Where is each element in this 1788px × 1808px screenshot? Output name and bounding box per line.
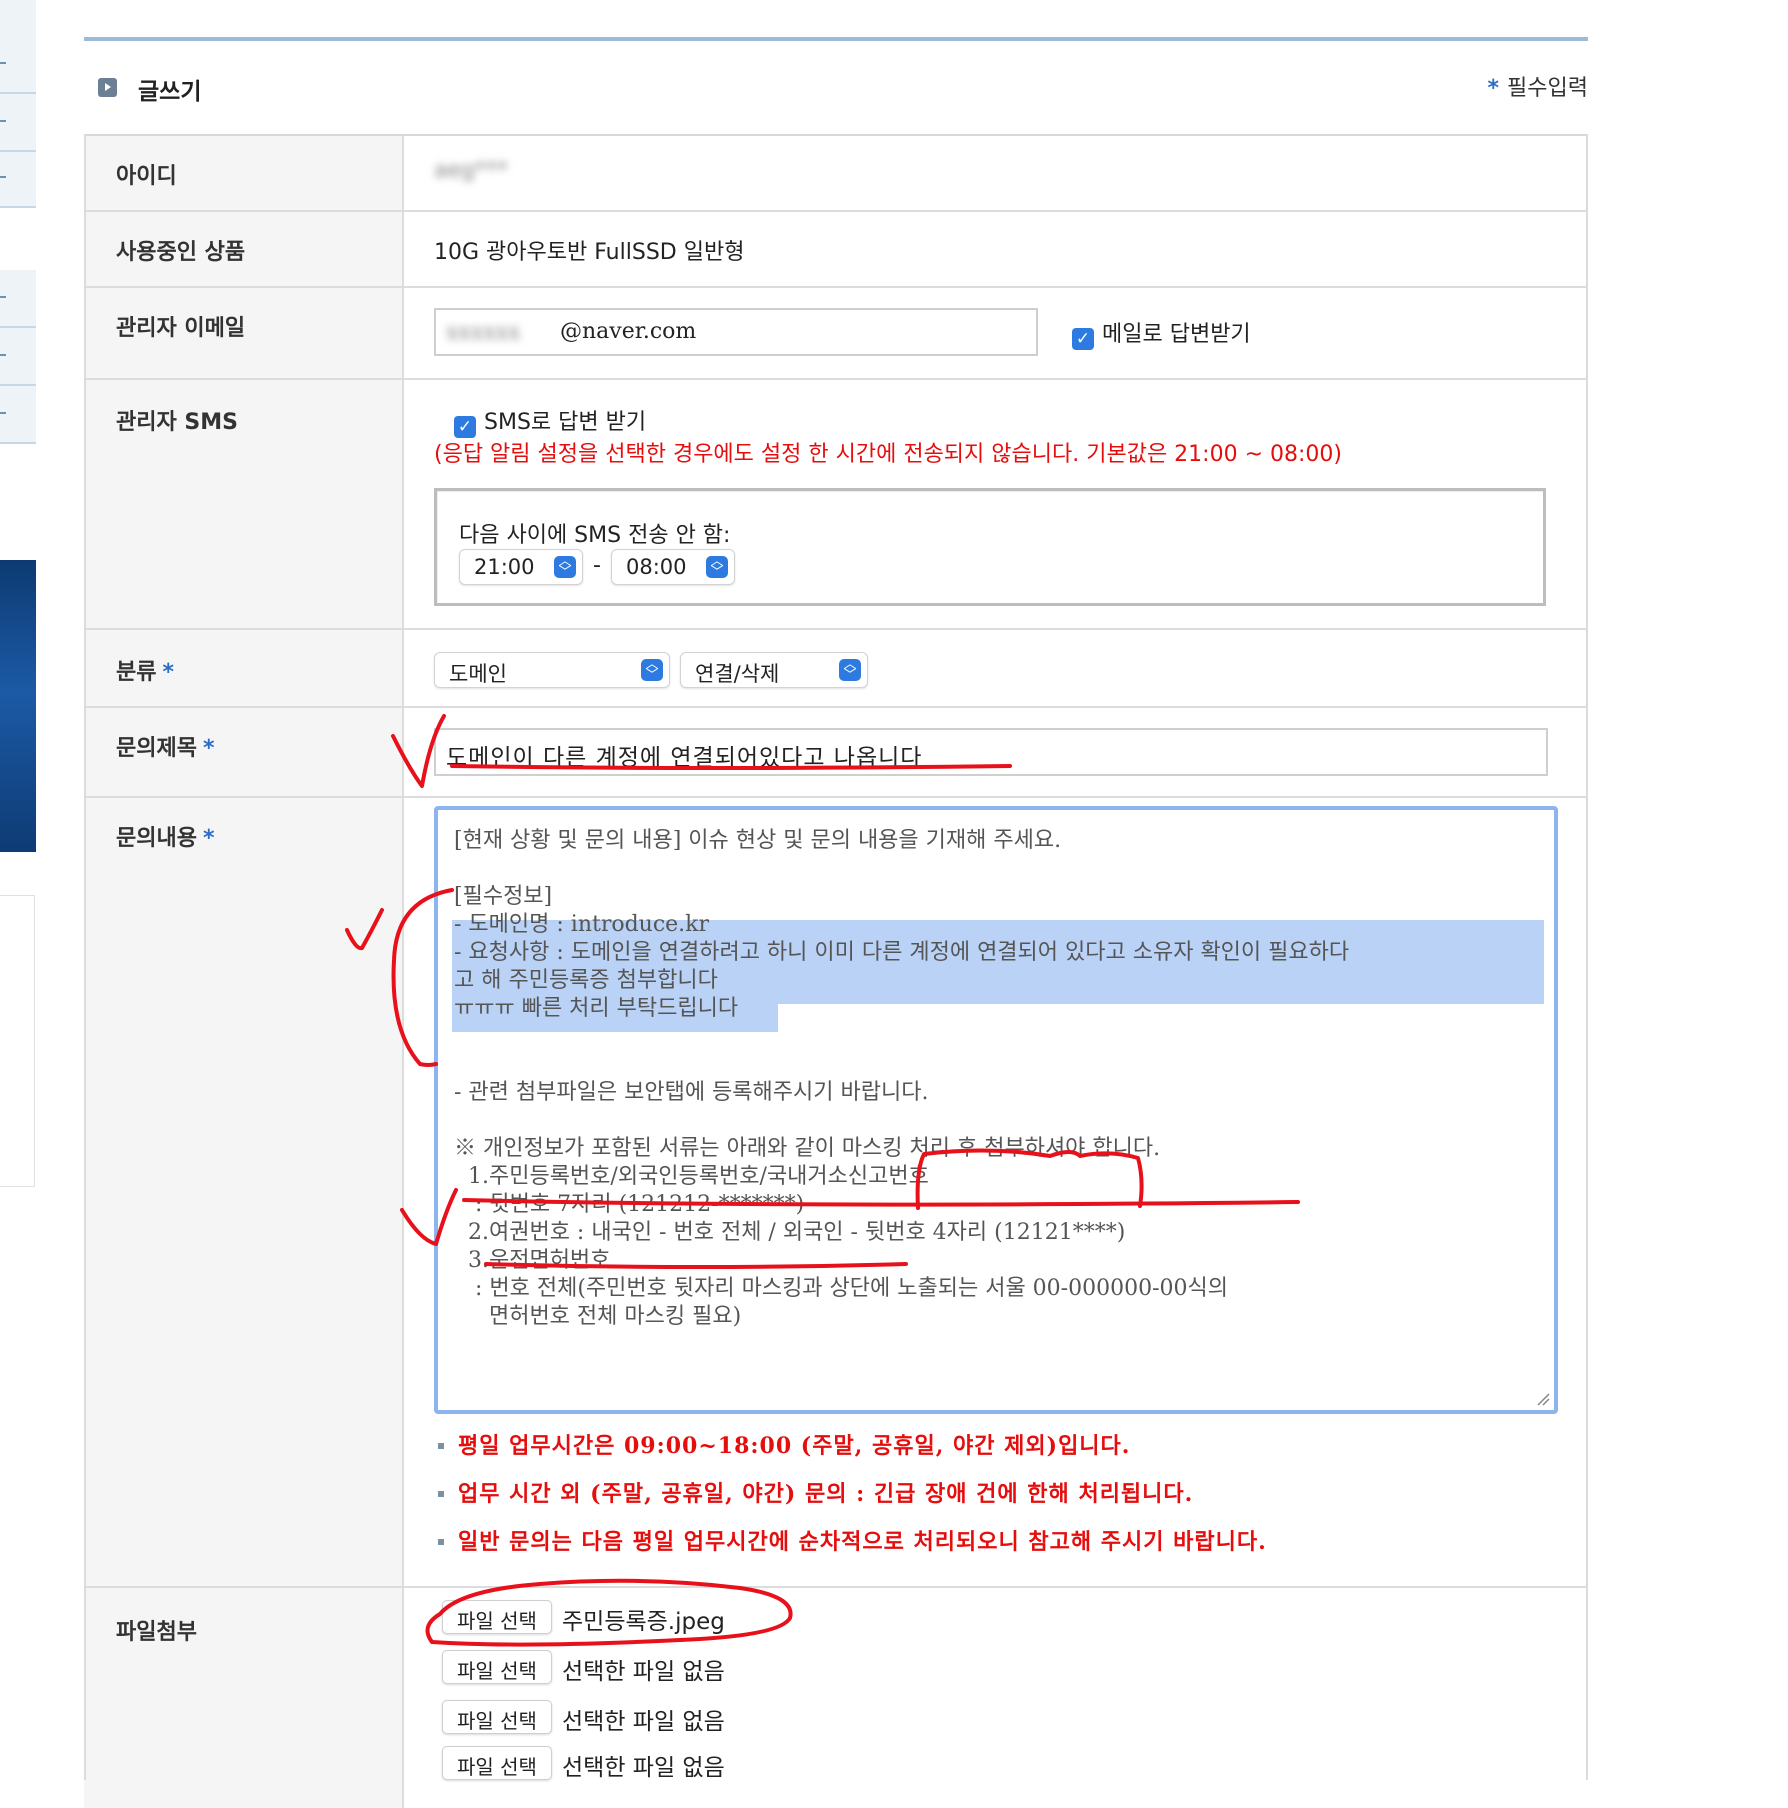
resize-grip-icon[interactable]: [1536, 1392, 1550, 1406]
sms-from-value: 21:00: [474, 555, 535, 579]
file-select-button[interactable]: 파일 선택: [442, 1650, 552, 1684]
content-line: [현재 상황 및 문의 내용] 이슈 현상 및 문의 내용을 기재해 주세요.: [454, 828, 1062, 853]
email-local-part: xxxxxx: [446, 320, 521, 345]
content-label: 문의내용 *: [84, 798, 404, 1586]
subject-label-text: 문의제목: [116, 736, 197, 761]
sidebar-menu-item[interactable]: [0, 328, 36, 386]
sidebar-box: [0, 895, 35, 1187]
subject-value-cell: 도메인이 다른 계정에 연결되어있다고 나옵니다: [404, 708, 1588, 796]
row-product: 사용중인 상품 10G 광아우토반 FullSSD 일반형: [84, 212, 1588, 288]
row-subject: 문의제목 * 도메인이 다른 계정에 연결되어있다고 나옵니다: [84, 708, 1588, 798]
file-select-button[interactable]: 파일 선택: [442, 1746, 552, 1780]
email-label: 관리자 이메일: [84, 288, 404, 378]
sms-reply-label: SMS로 답변 받기: [484, 410, 647, 435]
notice-line: 업무 시간 외 (주말, 공휴일, 야간) 문의 : 긴급 장애 건에 한해 처…: [438, 1476, 1193, 1508]
row-files: 파일첨부: [84, 1588, 1588, 1808]
content-line: 면허번호 전체 마스킹 필요): [454, 1304, 742, 1329]
sms-label: 관리자 SMS: [84, 380, 404, 628]
row-id: 아이디 aeg***: [84, 136, 1588, 212]
notice-bullet-icon: [438, 1443, 444, 1449]
category-primary-value: 도메인: [449, 662, 507, 686]
notice-line: 평일 업무시간은 09:00~18:00 (주말, 공휴일, 야간 제외)입니다…: [438, 1428, 1130, 1460]
id-value: aeg***: [434, 158, 508, 183]
file-select-button[interactable]: 파일 선택: [442, 1600, 552, 1634]
sms-quiet-label: 다음 사이에 SMS 전송 안 함:: [459, 523, 731, 548]
sidebar-menu-item[interactable]: [0, 386, 36, 444]
product-value-cell: 10G 광아우토반 FullSSD 일반형: [404, 212, 1588, 286]
section-title: 글쓰기: [138, 79, 202, 105]
required-star: *: [202, 736, 215, 761]
required-star: *: [202, 826, 215, 851]
category-secondary-value: 연결/삭제: [695, 662, 780, 686]
files-label: 파일첨부: [84, 1588, 404, 1808]
select-arrows-icon: ︿ ﹀: [641, 658, 663, 682]
sms-from-select[interactable]: 21:00 ︿ ﹀: [459, 549, 583, 585]
sidebar-menu-item[interactable]: [0, 270, 36, 328]
file-select-button[interactable]: 파일 선택: [442, 1700, 552, 1734]
sms-warning: (응답 알림 설정을 선택한 경우에도 설정 한 시간에 전송되지 않습니다. …: [434, 442, 1342, 467]
file-name: 선택한 파일 없음: [562, 1659, 725, 1685]
required-legend: * 필수입력: [1488, 70, 1588, 102]
notice-text: 일반 문의는 다음 평일 업무시간에 순차적으로 처리되오니 참고해 주시기 바…: [458, 1529, 1267, 1555]
content-textarea[interactable]: [현재 상황 및 문의 내용] 이슈 현상 및 문의 내용을 기재해 주세요. …: [434, 806, 1558, 1414]
sidebar-menu-item[interactable]: [0, 94, 36, 152]
category-value-cell: 도메인 ︿ ﹀ 연결/삭제 ︿ ﹀: [404, 630, 1588, 706]
required-star: *: [162, 660, 174, 685]
file-name: 주민등록증.jpeg: [562, 1609, 725, 1635]
row-category: 분류 * 도메인 ︿ ﹀ 연결/삭제 ︿ ﹀: [84, 630, 1588, 708]
subject-label: 문의제목 *: [84, 708, 404, 796]
subject-input[interactable]: 도메인이 다른 계정에 연결되어있다고 나옵니다: [434, 728, 1548, 776]
category-label: 분류 *: [84, 630, 404, 706]
row-sms: 관리자 SMS ✓ SMS로 답변 받기 (응답 알림 설정을 선택한 경우에도 …: [84, 380, 1588, 630]
id-value-cell: aeg***: [404, 136, 1588, 210]
notice-line: 일반 문의는 다음 평일 업무시간에 순차적으로 처리되오니 참고해 주시기 바…: [438, 1524, 1267, 1556]
content-line: ㅠㅠㅠ 빠른 처리 부탁드립니다: [454, 996, 739, 1021]
select-arrows-icon: ︿ ﹀: [706, 555, 728, 579]
product-label: 사용중인 상품: [84, 212, 404, 286]
left-sidebar-fragment: [0, 0, 36, 1780]
sms-reply-checkbox[interactable]: ✓ SMS로 답변 받기: [454, 404, 646, 438]
sms-to-value: 08:00: [626, 555, 687, 579]
notice-text: 업무 시간 외 (주말, 공휴일, 야간) 문의 : 긴급 장애 건에 한해 처…: [458, 1481, 1194, 1507]
sms-value-cell: ✓ SMS로 답변 받기 (응답 알림 설정을 선택한 경우에도 설정 한 시간에…: [404, 380, 1588, 628]
product-value: 10G 광아우토반 FullSSD 일반형: [434, 240, 745, 265]
file-name: 선택한 파일 없음: [562, 1709, 725, 1735]
email-domain: @naver.com: [560, 319, 697, 344]
file-name: 선택한 파일 없음: [562, 1755, 725, 1781]
email-reply-checkbox[interactable]: ✓ 메일로 답변받기: [1072, 316, 1251, 350]
row-email: 관리자 이메일 xxxxxx @naver.com ✓ 메일로 답변받기: [84, 288, 1588, 380]
notice-bullet-icon: [438, 1491, 444, 1497]
select-arrows-icon: ︿ ﹀: [839, 658, 861, 682]
notice-bullet-icon: [438, 1539, 444, 1545]
required-star: *: [1487, 76, 1500, 101]
email-reply-label: 메일로 답변받기: [1102, 322, 1251, 347]
content-label-text: 문의내용: [116, 826, 197, 851]
sidebar-banner[interactable]: [0, 560, 36, 852]
category-primary-select[interactable]: 도메인 ︿ ﹀: [434, 652, 670, 688]
sms-range-dash: -: [593, 553, 601, 578]
checkbox-checked-icon[interactable]: ✓: [1072, 328, 1094, 350]
category-secondary-select[interactable]: 연결/삭제 ︿ ﹀: [680, 652, 868, 688]
content-line: - 관련 첨부파일은 보안탭에 등록해주시기 바랍니다.: [454, 1080, 929, 1105]
section-bullet-icon: [98, 78, 117, 97]
subject-value: 도메인이 다른 계정에 연결되어있다고 나옵니다: [446, 745, 923, 771]
notice-text: 평일 업무시간은 09:00~18:00 (주말, 공휴일, 야간 제외)입니다…: [458, 1433, 1131, 1459]
checkbox-checked-icon[interactable]: ✓: [454, 416, 476, 438]
sidebar-menu-item[interactable]: [0, 152, 36, 208]
select-arrows-icon: ︿ ﹀: [554, 555, 576, 579]
category-label-text: 분류: [116, 660, 157, 685]
top-divider: [84, 37, 1588, 41]
sms-quiet-hours-box: 다음 사이에 SMS 전송 안 함: 21:00 ︿ ﹀ - 08:00 ︿ ﹀: [434, 488, 1546, 606]
sms-to-select[interactable]: 08:00 ︿ ﹀: [611, 549, 735, 585]
email-value-cell: xxxxxx @naver.com ✓ 메일로 답변받기: [404, 288, 1588, 378]
email-input[interactable]: xxxxxx @naver.com: [434, 308, 1038, 356]
id-label: 아이디: [84, 136, 404, 210]
required-label: 필수입력: [1507, 76, 1588, 101]
sidebar-menu-item[interactable]: [0, 0, 36, 94]
